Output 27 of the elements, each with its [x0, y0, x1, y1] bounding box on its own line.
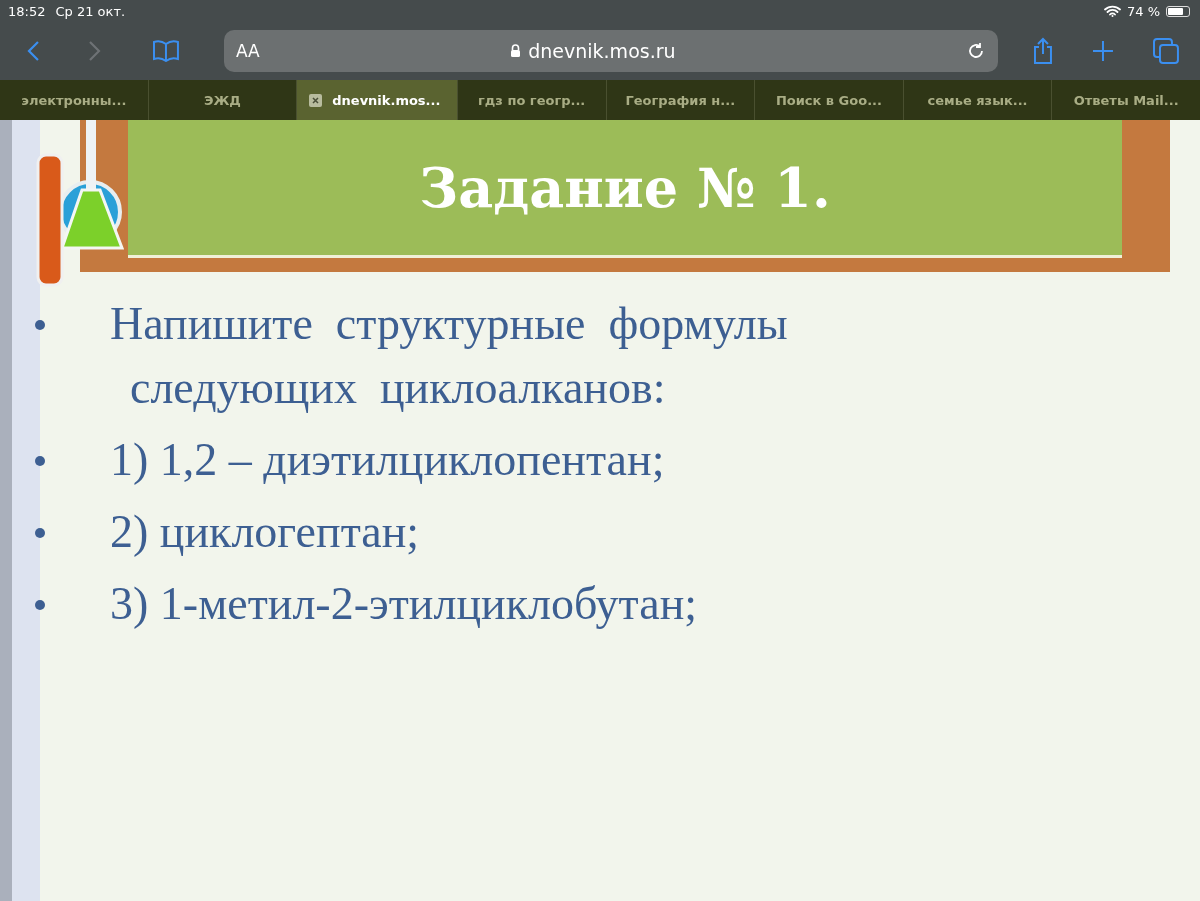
bullet-icon: [35, 320, 45, 330]
bullet-text: 3) 1-метил-2-этилциклобутан;: [110, 577, 698, 631]
url-text: dnevnik.mos.ru: [528, 40, 676, 62]
battery-icon: [1166, 5, 1190, 17]
text-size-button[interactable]: AA: [235, 41, 260, 61]
book-icon[interactable]: [151, 40, 180, 62]
bullet-icon: [35, 600, 45, 610]
slide-title: Задание № 1.: [419, 155, 831, 220]
bullet-text: следующих циклоалканов:: [129, 361, 667, 415]
share-icon[interactable]: [1032, 37, 1055, 65]
bullet-icon: [35, 456, 45, 466]
tabs-icon[interactable]: [1152, 37, 1180, 65]
close-icon[interactable]: [309, 93, 323, 107]
address-field[interactable]: AA dnevnik.mos.ru: [223, 30, 999, 72]
status-date: Ср 21 окт.: [55, 3, 126, 19]
bullet-text: Напишите структурные формулы: [110, 297, 788, 351]
plus-icon[interactable]: [1092, 40, 1115, 62]
forward-icon[interactable]: [87, 40, 102, 62]
battery-percent: 74 %: [1126, 3, 1160, 19]
bullet-icon: [35, 528, 45, 538]
bullet-text: 2) циклогептан;: [110, 505, 420, 559]
back-icon[interactable]: [26, 40, 40, 62]
bullet-text: 1) 1,2 – диэтилциклопентан;: [110, 433, 665, 487]
status-time: 18:52: [8, 3, 46, 19]
lock-icon: [510, 44, 522, 58]
browser-tab[interactable]: dnevnik.mos...: [296, 80, 457, 120]
wifi-icon: [1103, 5, 1121, 17]
